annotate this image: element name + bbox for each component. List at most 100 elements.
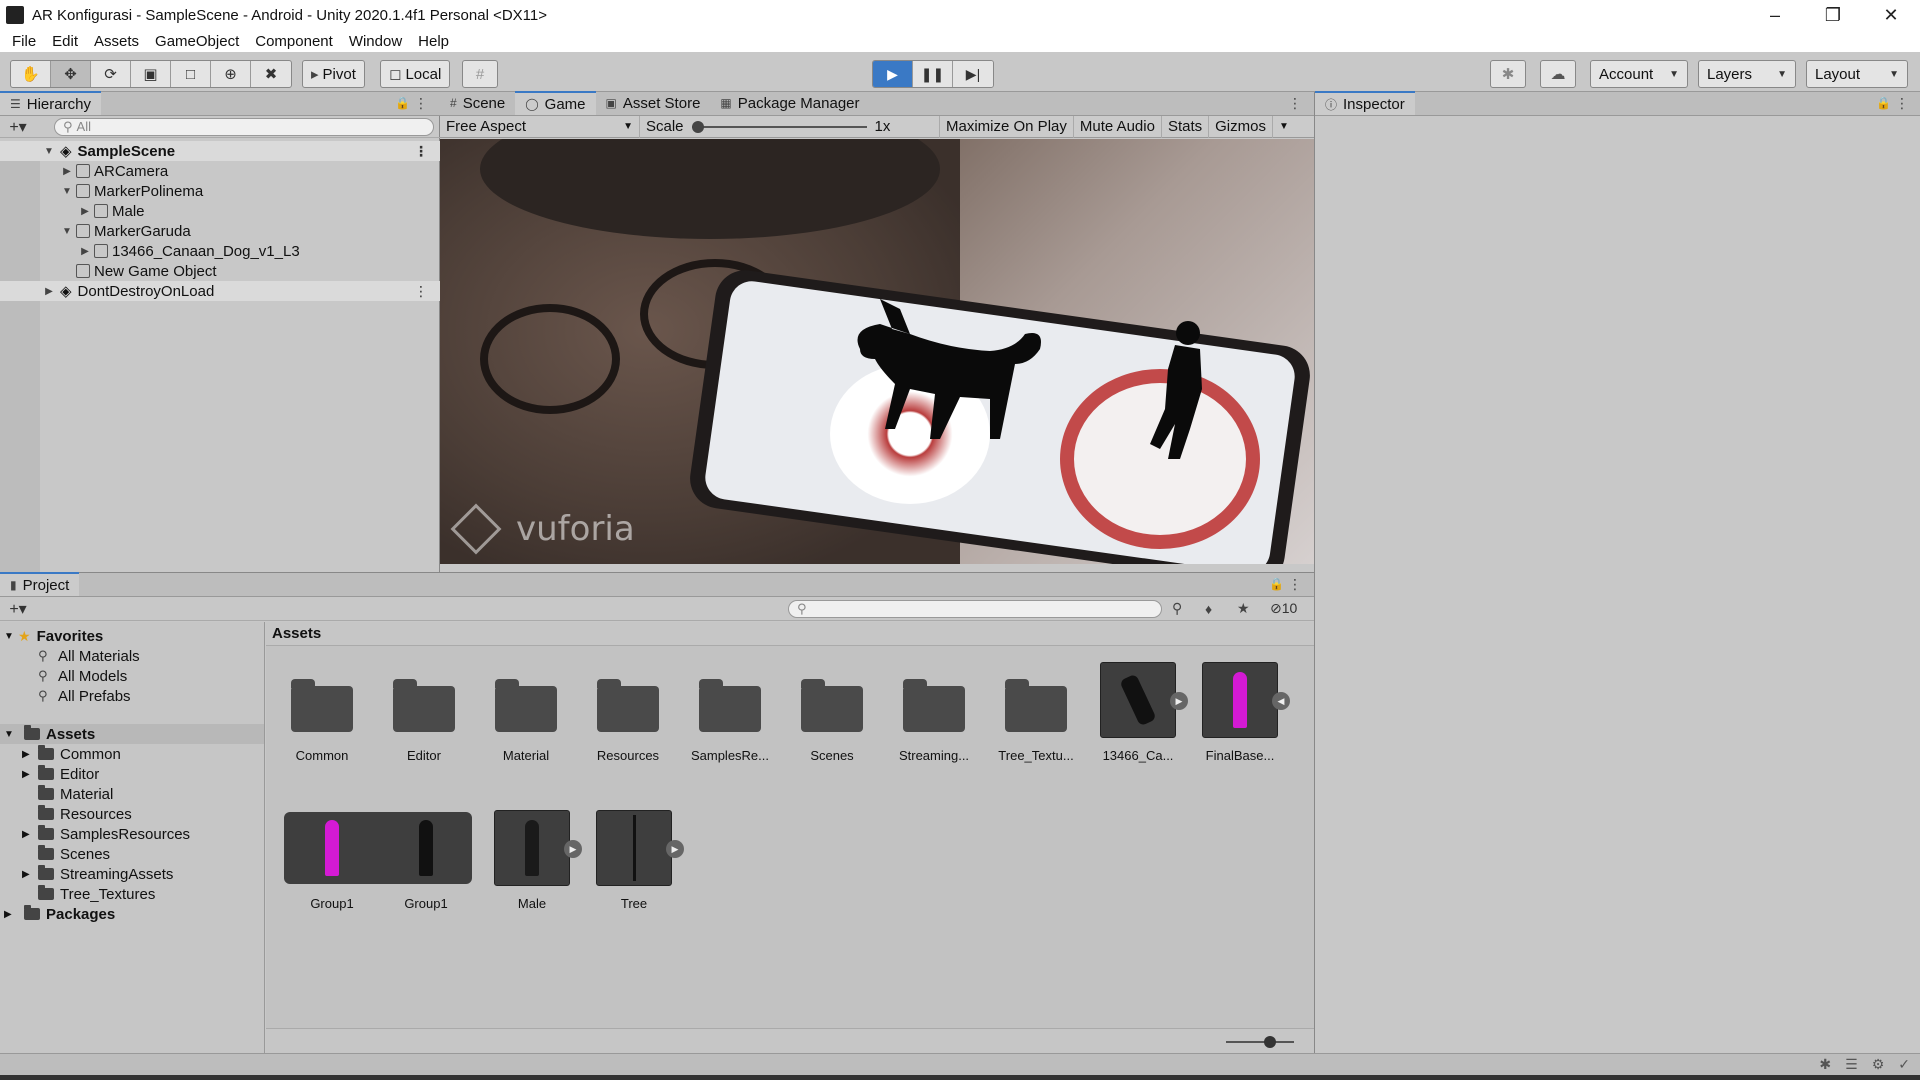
tree-item-samplesresources[interactable]: ▶ SamplesResources [0, 824, 264, 844]
tree-item-favorites[interactable]: ▼ ★ Favorites [0, 626, 264, 646]
breadcrumb-assets[interactable]: Assets [272, 625, 321, 642]
scale-slider[interactable] [691, 120, 867, 134]
collapse-arrow-icon[interactable]: ▶ [22, 869, 38, 880]
asset-folder-samplesresources[interactable]: SamplesRe... [684, 662, 776, 763]
tree-item-male[interactable]: ▶ Male [0, 201, 440, 221]
tab-hierarchy[interactable]: ☰ Hierarchy [0, 91, 101, 115]
tree-item-canaan-dog[interactable]: ▶ 13466_Canaan_Dog_v1_L3 [0, 241, 440, 261]
expand-arrow-icon[interactable]: ▼ [42, 146, 56, 157]
tree-item-scenes[interactable]: Scenes [0, 844, 264, 864]
kebab-menu-icon[interactable]: ⋮ [1288, 95, 1302, 112]
kebab-menu-icon[interactable]: ⋮ [414, 283, 428, 300]
asset-folder-editor[interactable]: Editor [378, 662, 470, 763]
tree-item-markerpolinema[interactable]: ▼ MarkerPolinema [0, 181, 440, 201]
bug-icon[interactable]: ⚙ [1872, 1056, 1885, 1073]
check-icon[interactable]: ✓ [1898, 1056, 1910, 1073]
favorite-all-models[interactable]: ⚲ All Models [0, 666, 264, 686]
tab-inspector[interactable]: ⓘ Inspector [1315, 91, 1415, 115]
filter-type-icon[interactable]: ⚲ [1172, 600, 1182, 617]
layers-stack-icon[interactable]: ☰ [1845, 1056, 1858, 1073]
menu-edit[interactable]: Edit [44, 33, 86, 50]
menu-help[interactable]: Help [410, 33, 457, 50]
restore-button[interactable]: ❐ [1804, 0, 1862, 30]
menu-file[interactable]: File [4, 33, 44, 50]
minimize-button[interactable]: – [1746, 0, 1804, 30]
mute-audio-toggle[interactable]: Mute Audio [1074, 115, 1162, 138]
aspect-dropdown[interactable]: Free Aspect ▼ [440, 115, 640, 138]
expand-arrow-icon[interactable]: ▼ [60, 226, 74, 237]
scale-slider-knob[interactable] [691, 120, 704, 133]
thumbnail-size-slider[interactable] [1226, 1041, 1294, 1043]
tree-item-new-game-object[interactable]: New Game Object [0, 261, 440, 281]
collapse-arrow-icon[interactable]: ▶ [60, 166, 74, 177]
asset-folder-tree-textures[interactable]: Tree_Textu... [990, 662, 1082, 763]
tab-game[interactable]: ◯ Game [515, 91, 596, 115]
menu-component[interactable]: Component [247, 33, 341, 50]
asset-folder-material[interactable]: Material [480, 662, 572, 763]
tree-item-markergaruda[interactable]: ▼ MarkerGaruda [0, 221, 440, 241]
lock-icon[interactable]: 🔒 [1876, 96, 1891, 110]
tree-item-samplescene[interactable]: ▼ ◈ SampleScene ⋮ [0, 141, 440, 161]
project-search-input[interactable]: ⚲ [788, 599, 1162, 618]
tab-package-manager[interactable]: ▦ Package Manager [710, 91, 869, 115]
asset-folder-common[interactable]: Common [276, 662, 368, 763]
grid-snap-icon[interactable]: # [462, 60, 498, 88]
cloud-icon[interactable]: ☁ [1540, 60, 1576, 88]
pause-icon[interactable]: ❚❚ [913, 61, 953, 87]
maximize-on-play-toggle[interactable]: Maximize On Play [940, 115, 1074, 138]
tab-asset-store[interactable]: ▣ Asset Store [596, 91, 711, 115]
lock-icon[interactable]: 🔒 [395, 96, 410, 110]
collapse-arrow-icon[interactable]: ▶ [22, 749, 38, 760]
collapse-arrow-icon[interactable]: ▶ [22, 769, 38, 780]
tree-item-editor[interactable]: ▶ Editor [0, 764, 264, 784]
tab-project[interactable]: ▮ Project [0, 572, 80, 596]
local-toggle[interactable]: ◻ Local [380, 60, 451, 88]
scale-tool-icon[interactable]: ▣ [131, 61, 171, 87]
tab-scene[interactable]: # Scene [440, 91, 515, 115]
thumbnail-size-knob[interactable] [1264, 1036, 1276, 1048]
expand-arrow-icon[interactable]: ▼ [4, 729, 18, 740]
add-icon[interactable]: +▾ [0, 117, 36, 137]
rotate-tool-icon[interactable]: ⟳ [91, 61, 131, 87]
tree-item-common[interactable]: ▶ Common [0, 744, 264, 764]
pivot-toggle[interactable]: ▸ Pivot [302, 60, 365, 88]
collapse-arrow-icon[interactable]: ◀ [1272, 692, 1290, 710]
menu-gameobject[interactable]: GameObject [147, 33, 247, 50]
tree-item-streamingassets[interactable]: ▶ StreamingAssets [0, 864, 264, 884]
layers-dropdown[interactable]: Layers ▼ [1698, 60, 1796, 88]
kebab-menu-icon[interactable]: ⋮ [1895, 95, 1909, 112]
asset-model-male[interactable]: ▶ Male [486, 810, 582, 911]
menu-assets[interactable]: Assets [86, 33, 147, 50]
expand-arrow-icon[interactable]: ▶ [1170, 692, 1188, 710]
game-camera-feed[interactable]: vuforia [440, 139, 1314, 564]
hierarchy-search-input[interactable]: ⚲ All [54, 117, 434, 136]
kebab-menu-icon[interactable]: ⋮ [414, 95, 428, 112]
collapse-arrow-icon[interactable]: ▶ [78, 206, 92, 217]
menu-window[interactable]: Window [341, 33, 410, 50]
asset-group1-black[interactable]: Group1 [380, 810, 472, 911]
label-tag-icon[interactable]: ♦ [1205, 601, 1212, 617]
kebab-menu-icon[interactable]: ⋮ [414, 143, 428, 160]
favorite-all-materials[interactable]: ⚲ All Materials [0, 646, 264, 666]
kebab-menu-icon[interactable]: ⋮ [1288, 576, 1302, 593]
asset-folder-streamingassets[interactable]: Streaming... [888, 662, 980, 763]
play-icon[interactable]: ▶ [873, 61, 913, 87]
tree-item-resources[interactable]: Resources [0, 804, 264, 824]
expand-arrow-icon[interactable]: ▼ [4, 631, 18, 642]
expand-arrow-icon[interactable]: ▶ [564, 840, 582, 858]
hand-tool-icon[interactable]: ✋ [11, 61, 51, 87]
lock-icon[interactable]: 🔒 [1269, 577, 1284, 591]
step-icon[interactable]: ▶| [953, 61, 993, 87]
asset-model-canaan-dog[interactable]: ▶ 13466_Ca... [1092, 662, 1188, 763]
tree-item-packages[interactable]: ▶ Packages [0, 904, 264, 924]
tree-item-dontdestroyonload[interactable]: ▶ ◈ DontDestroyOnLoad ⋮ [0, 281, 440, 301]
asset-model-tree[interactable]: ▶ Tree [588, 810, 684, 911]
tree-item-arcamera[interactable]: ▶ ARCamera [0, 161, 440, 181]
expand-arrow-icon[interactable]: ▼ [60, 186, 74, 197]
stats-toggle[interactable]: Stats [1162, 115, 1210, 138]
collapse-arrow-icon[interactable]: ▶ [78, 246, 92, 257]
collapse-arrow-icon[interactable]: ▶ [4, 909, 18, 920]
tree-item-tree-textures[interactable]: Tree_Textures [0, 884, 264, 904]
rect-tool-icon[interactable]: □ [171, 61, 211, 87]
asset-model-finalbase[interactable]: ◀ FinalBase... [1194, 662, 1290, 763]
